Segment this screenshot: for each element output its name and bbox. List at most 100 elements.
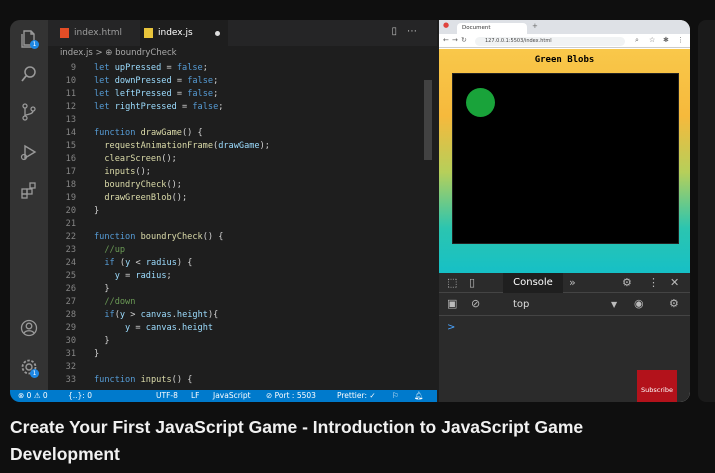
status-bar: ⊗ 0 ⚠ 0 {..}: 0 UTF-8 LF JavaScript ⊘ Po… (10, 390, 437, 402)
tab-console[interactable]: Console (503, 273, 563, 293)
status-encoding[interactable]: UTF-8 (156, 390, 178, 402)
run-debug-icon[interactable] (19, 142, 39, 162)
unsaved-dot-icon[interactable] (215, 31, 220, 36)
context-selector[interactable]: top (513, 299, 529, 310)
code-line[interactable]: 32 (48, 361, 428, 374)
browser-tab-title: Document (462, 25, 491, 31)
extensions-icon[interactable] (19, 180, 39, 200)
line-number: 30 (65, 336, 76, 346)
code-line[interactable]: 19 drawGreenBlob(); (48, 192, 428, 205)
browser-toolbar: ← → ↻ 127.0.0.1:5503/index.html ⌕ ☆ ✱ ⋮ (439, 34, 690, 48)
code-line[interactable]: 27 //down (48, 296, 428, 309)
new-tab-icon[interactable]: + (532, 22, 538, 30)
console-prompt[interactable]: > (447, 322, 455, 333)
forward-icon[interactable]: → (452, 36, 458, 44)
source-control-icon[interactable] (19, 102, 39, 122)
line-number: 14 (65, 128, 76, 138)
next-video-edge[interactable] (698, 20, 715, 402)
code-text: function inputs() { (94, 375, 193, 384)
code-line[interactable]: 26 } (48, 283, 428, 296)
code-text: function drawGame() { (94, 128, 203, 138)
browser-tab[interactable]: Document (457, 23, 527, 34)
code-line[interactable]: 11 let leftPressed = false; (48, 88, 428, 101)
browser-menu-icon[interactable]: ⋮ (677, 36, 684, 44)
sidebar-toggle-icon[interactable]: ▣ (447, 297, 457, 310)
status-braces[interactable]: {..}: 0 (68, 390, 92, 402)
close-devtools-icon[interactable]: ✕ (670, 276, 679, 289)
breadcrumb-separator: > (95, 48, 103, 58)
line-number: 27 (65, 297, 76, 307)
code-line[interactable]: 12 let rightPressed = false; (48, 101, 428, 114)
code-line[interactable]: 30 } (48, 335, 428, 348)
code-text: y = canvas.height (125, 323, 214, 333)
video-thumbnail[interactable]: 1 1 index.html index.js ▯⋯ index.js > ⊕ … (10, 20, 690, 402)
console-settings-icon[interactable]: ⚙ (669, 297, 679, 310)
code-line[interactable]: 10 let downPressed = false; (48, 75, 428, 88)
video-title[interactable]: Create Your First JavaScript Game - Intr… (10, 414, 670, 468)
line-number: 31 (65, 349, 76, 359)
code-line[interactable]: 23 //up (48, 244, 428, 257)
account-icon[interactable] (19, 318, 39, 338)
browser-window: ● Document + ← → ↻ 127.0.0.1:5503/index.… (439, 20, 690, 402)
code-line[interactable]: 13 (48, 114, 428, 127)
status-eol[interactable]: LF (191, 390, 200, 402)
address-bar[interactable]: 127.0.0.1:5503/index.html (475, 37, 625, 46)
tab-label: index.html (74, 28, 122, 38)
code-editor[interactable]: 9 let upPressed = false; 10 let downPressed… (48, 62, 428, 384)
bookmark-icon[interactable]: ☆ (649, 36, 655, 44)
code-line[interactable]: 17 inputs(); (48, 166, 428, 179)
breadcrumb-file[interactable]: index.js (60, 48, 93, 58)
line-number: 17 (65, 167, 76, 177)
feedback-icon[interactable]: ⚐ (392, 390, 399, 402)
devtools-panel: ⬚ ▯ Console » ⚙ ⋮ ✕ ▣ ⊘ top ▼ ◉ ⚙ > Subs… (439, 273, 690, 402)
window-controls-icon[interactable]: ● (443, 21, 449, 29)
code-line[interactable]: 31} (48, 348, 428, 361)
code-line[interactable]: 25 y = radius; (48, 270, 428, 283)
code-text: let leftPressed = false; (94, 89, 219, 99)
live-expression-icon[interactable]: ◉ (634, 297, 644, 310)
line-number: 25 (65, 271, 76, 281)
clear-console-icon[interactable]: ⊘ (471, 297, 480, 310)
code-line[interactable]: 15 requestAnimationFrame(drawGame); (48, 140, 428, 153)
inspect-element-icon[interactable]: ⬚ (447, 276, 457, 289)
code-line[interactable]: 33 function inputs() { (48, 374, 428, 384)
breadcrumb-symbol[interactable]: boundryCheck (115, 48, 176, 58)
editor-scrollbar[interactable] (424, 80, 432, 160)
subscribe-button[interactable]: Subscribe (637, 370, 677, 402)
notifications-icon[interactable]: 🔔︎ (414, 390, 424, 402)
status-language[interactable]: JavaScript (213, 390, 251, 402)
code-text: } (94, 349, 100, 359)
status-prettier[interactable]: Prettier: ✓ (337, 390, 376, 402)
status-problems[interactable]: ⊗ 0 ⚠ 0 (18, 390, 48, 402)
device-toolbar-icon[interactable]: ▯ (469, 276, 475, 289)
line-number: 21 (65, 219, 76, 229)
split-editor-icon[interactable]: ▯ (391, 26, 407, 37)
code-line[interactable]: 24 if (y < radius) { (48, 257, 428, 270)
more-tabs-icon[interactable]: » (569, 276, 576, 289)
status-port[interactable]: ⊘ Port : 5503 (266, 390, 316, 402)
code-line[interactable]: 20} (48, 205, 428, 218)
line-number: 11 (65, 89, 76, 99)
back-icon[interactable]: ← (443, 36, 449, 44)
extension-icon[interactable]: ✱ (663, 36, 669, 44)
code-line[interactable]: 16 clearScreen(); (48, 153, 428, 166)
devtools-menu-icon[interactable]: ⋮ (648, 276, 659, 289)
tab-index-js[interactable]: index.js (140, 20, 228, 46)
context-dropdown-icon[interactable]: ▼ (611, 300, 617, 309)
search-icon[interactable] (19, 64, 39, 84)
game-canvas[interactable] (452, 73, 679, 244)
tab-index-html[interactable]: index.html (56, 20, 134, 46)
zoom-icon[interactable]: ⌕ (635, 36, 639, 45)
code-line[interactable]: 9 let upPressed = false; (48, 62, 428, 75)
code-line[interactable]: 28 if(y > canvas.height){ (48, 309, 428, 322)
code-line[interactable]: 18 boundryCheck(); (48, 179, 428, 192)
code-line[interactable]: 22 function boundryCheck() { (48, 231, 428, 244)
devtools-settings-icon[interactable]: ⚙ (622, 276, 632, 289)
more-actions-icon[interactable]: ⋯ (407, 26, 427, 37)
line-number: 29 (65, 323, 76, 333)
code-line[interactable]: 21 (48, 218, 428, 231)
code-line[interactable]: 29 y = canvas.height (48, 322, 428, 335)
code-text: if(y > canvas.height){ (104, 310, 219, 320)
reload-icon[interactable]: ↻ (461, 36, 467, 44)
code-line[interactable]: 14 function drawGame() { (48, 127, 428, 140)
